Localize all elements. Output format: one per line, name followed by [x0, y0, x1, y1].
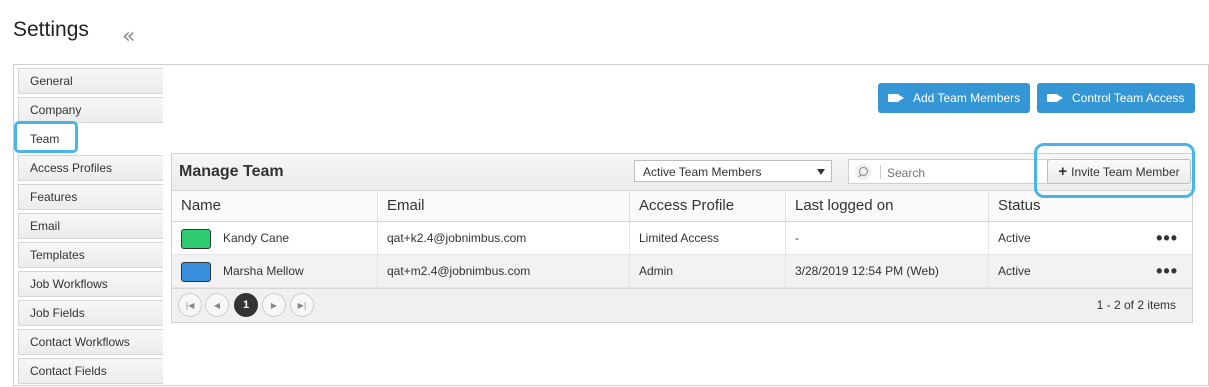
invite-team-member-label: Invite Team Member	[1071, 164, 1180, 179]
search-box	[848, 159, 1048, 184]
status-text: Active	[998, 231, 1031, 245]
invite-team-member-button[interactable]: + Invite Team Member	[1047, 159, 1191, 184]
previous-page-icon[interactable]: ◀	[205, 293, 229, 317]
column-header-status[interactable]: Status	[989, 191, 1192, 221]
search-divider	[880, 165, 881, 179]
more-options-icon[interactable]: •••	[1156, 222, 1178, 254]
video-camera-icon	[1047, 94, 1063, 102]
manage-team-panel: Manage Team Active Team Members + Invite…	[171, 153, 1193, 323]
user-color-swatch	[181, 261, 211, 282]
filter-selected-value: Active Team Members	[643, 165, 762, 179]
table-row[interactable]: Marsha Mellow qat+m2.4@jobnimbus.com Adm…	[172, 255, 1192, 288]
control-team-access-label: Control Team Access	[1072, 91, 1185, 105]
settings-sidebar: General Company Team Access Profiles Fea…	[18, 68, 163, 387]
cell-name: Kandy Cane	[172, 222, 378, 254]
user-name: Kandy Cane	[223, 231, 290, 245]
sidebar-item-templates[interactable]: Templates	[18, 242, 163, 268]
user-color-swatch	[181, 228, 211, 249]
sidebar-item-job-workflows[interactable]: Job Workflows	[18, 271, 163, 297]
add-team-members-button[interactable]: Add Team Members	[878, 83, 1031, 113]
chevron-down-icon	[817, 169, 825, 175]
table-row[interactable]: Kandy Cane qat+k2.4@jobnimbus.com Limite…	[172, 222, 1192, 255]
column-header-access-profile[interactable]: Access Profile	[630, 191, 786, 221]
sidebar-item-contact-fields[interactable]: Contact Fields	[18, 358, 163, 384]
sidebar-item-email[interactable]: Email	[18, 213, 163, 239]
control-team-access-button[interactable]: Control Team Access	[1037, 83, 1195, 113]
sidebar-item-team[interactable]: Team	[18, 126, 163, 152]
status-text: Active	[998, 264, 1031, 278]
panel-header: Manage Team Active Team Members + Invite…	[172, 154, 1192, 191]
pagination: |◀ ◀ 1 ▶ ▶| 1 - 2 of 2 items	[172, 288, 1192, 322]
search-icon[interactable]	[855, 164, 871, 180]
column-header-name[interactable]: Name	[172, 191, 378, 221]
sidebar-item-contact-workflows[interactable]: Contact Workflows	[18, 329, 163, 355]
column-header-email[interactable]: Email	[378, 191, 630, 221]
last-page-icon[interactable]: ▶|	[290, 293, 314, 317]
first-page-icon[interactable]: |◀	[178, 293, 202, 317]
sidebar-item-features[interactable]: Features	[18, 184, 163, 210]
add-team-members-label: Add Team Members	[913, 91, 1021, 105]
pager-info: 1 - 2 of 2 items	[1096, 298, 1176, 312]
column-header-last-logged-on[interactable]: Last logged on	[786, 191, 989, 221]
panel-title: Manage Team	[179, 163, 284, 180]
sidebar-item-access-profiles[interactable]: Access Profiles	[18, 155, 163, 181]
search-input[interactable]	[885, 163, 1039, 182]
cell-last-logged-on: 3/28/2019 12:54 PM (Web)	[786, 255, 989, 287]
cell-name: Marsha Mellow	[172, 255, 378, 287]
team-filter-select[interactable]: Active Team Members	[634, 160, 832, 182]
cell-last-logged-on: -	[786, 222, 989, 254]
video-camera-icon	[888, 94, 904, 102]
collapse-sidebar-icon[interactable]: «	[122, 24, 135, 49]
settings-frame: General Company Team Access Profiles Fea…	[13, 64, 1209, 386]
page-title: Settings	[13, 18, 89, 41]
sidebar-item-job-fields[interactable]: Job Fields	[18, 300, 163, 326]
cell-status: Active •••	[989, 255, 1192, 287]
cell-email: qat+k2.4@jobnimbus.com	[378, 222, 630, 254]
sidebar-item-company[interactable]: Company	[18, 97, 163, 123]
current-page-button[interactable]: 1	[234, 293, 258, 317]
more-options-icon[interactable]: •••	[1156, 255, 1178, 287]
cell-email: qat+m2.4@jobnimbus.com	[378, 255, 630, 287]
plus-icon: +	[1058, 163, 1068, 180]
cell-access-profile: Limited Access	[630, 222, 786, 254]
user-name: Marsha Mellow	[223, 264, 304, 278]
sidebar-item-general[interactable]: General	[18, 68, 163, 94]
cell-status: Active •••	[989, 222, 1192, 254]
cell-access-profile: Admin	[630, 255, 786, 287]
next-page-icon[interactable]: ▶	[262, 293, 286, 317]
table-header: Name Email Access Profile Last logged on…	[172, 191, 1192, 222]
